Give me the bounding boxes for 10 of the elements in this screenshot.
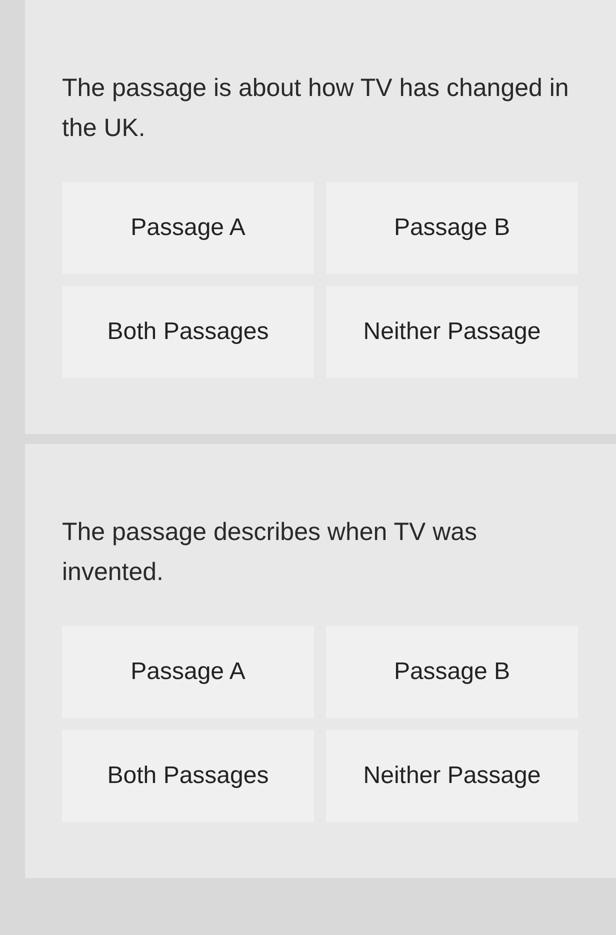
answer-option-button[interactable]: Neither Passage <box>326 286 578 378</box>
question-text: The passage describes when TV was invented. <box>62 517 478 588</box>
answer-option-button[interactable]: Passage B <box>326 626 578 718</box>
answer-option-button[interactable]: Passage B <box>326 182 578 274</box>
answer-option-button[interactable]: Both Passages <box>62 286 314 378</box>
answer-option-button[interactable]: Both Passages <box>62 730 314 822</box>
question-text: The passage is about how TV has changed in the UK. <box>62 73 570 144</box>
answer-option-button[interactable]: Passage A <box>62 626 314 718</box>
answer-option-button[interactable]: Neither Passage <box>326 730 578 822</box>
answer-option-button[interactable]: Passage A <box>62 182 314 274</box>
